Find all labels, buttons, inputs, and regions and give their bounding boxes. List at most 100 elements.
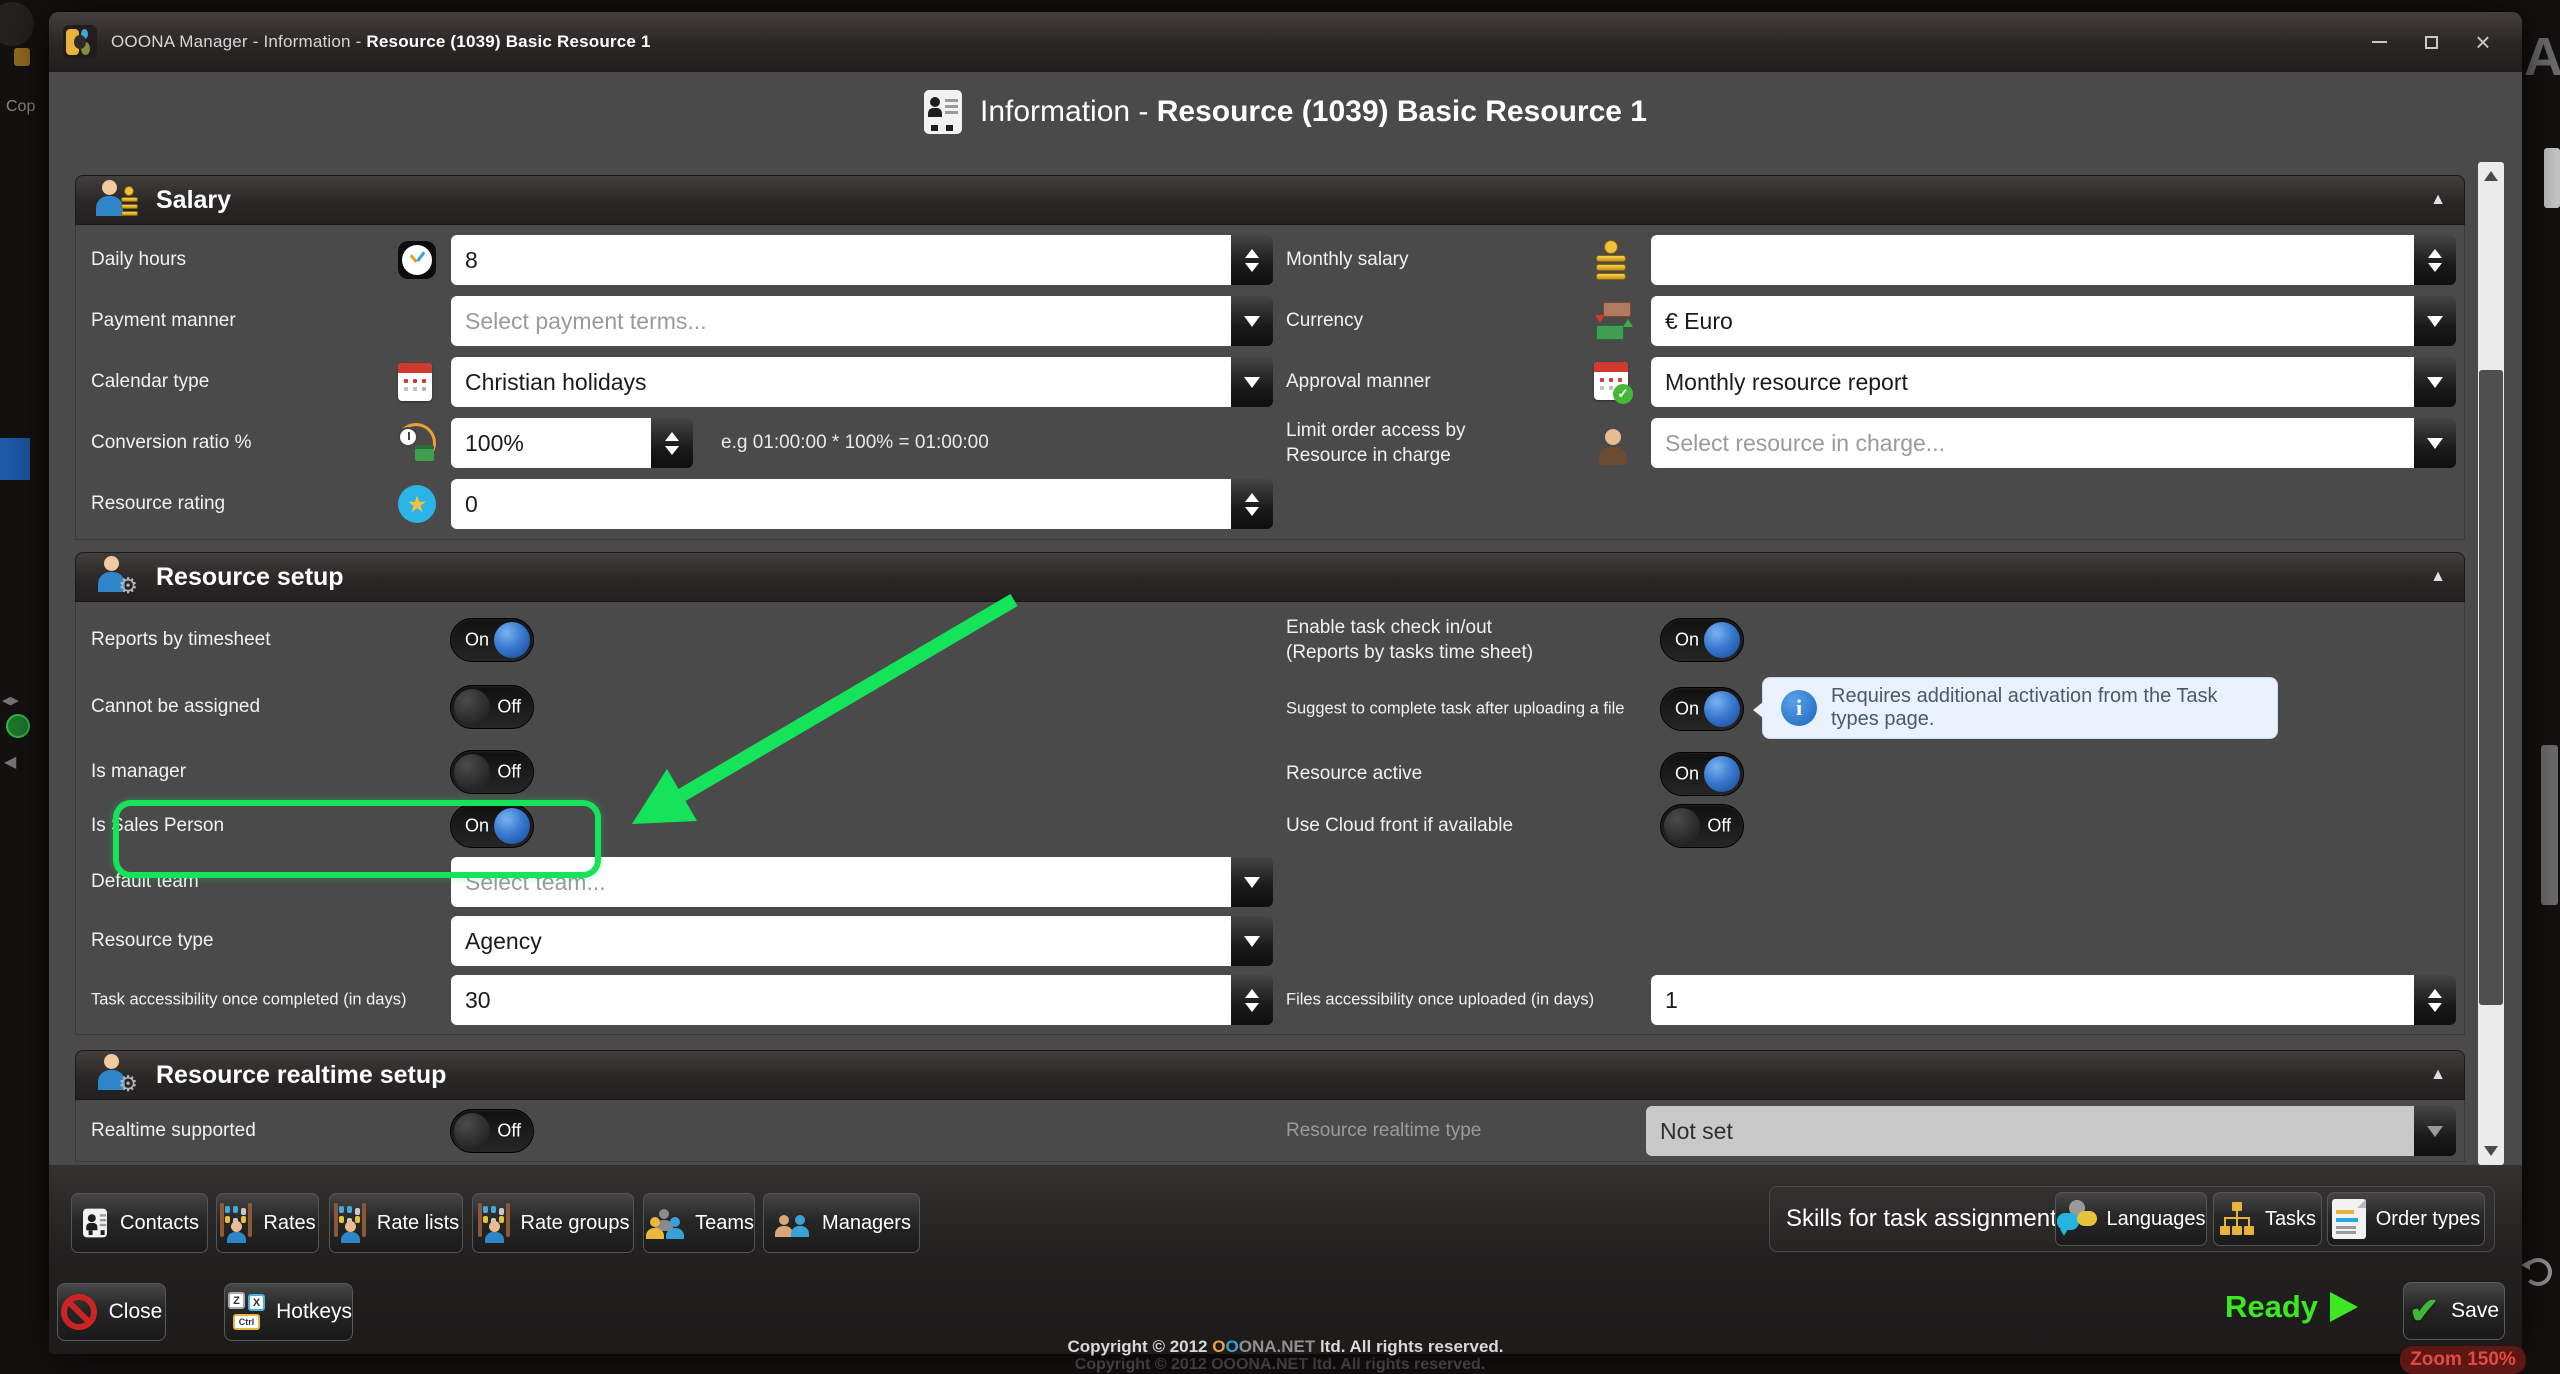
toggle-knob — [1704, 622, 1740, 658]
tasks-tree-icon — [2219, 1201, 2255, 1237]
limit-order-access-label: Limit order access byResource in charge — [1286, 418, 1466, 468]
realtime-type-label: Resource realtime type — [1286, 1120, 1481, 1142]
toggle-knob — [454, 1113, 490, 1149]
approval-manner-dropdown-arrow[interactable] — [2414, 357, 2456, 407]
window-titlebar[interactable]: OOONA Manager - Information - Resource (… — [49, 12, 2522, 72]
calendar-type-label: Calendar type — [91, 371, 209, 393]
background-letter: A — [2524, 26, 2560, 88]
order-types-icon — [2332, 1199, 2366, 1239]
tab-rates[interactable]: Rates — [216, 1193, 319, 1253]
managers-icon — [772, 1206, 812, 1240]
salary-section-header[interactable]: Salary ▲ — [75, 175, 2465, 225]
payment-manner-dropdown-arrow[interactable] — [1231, 296, 1273, 346]
files-accessibility-input[interactable]: 1 — [1651, 975, 2414, 1025]
hotkeys-button[interactable]: Z X Ctrl Hotkeys — [224, 1283, 353, 1341]
coins-icon — [1594, 240, 1630, 280]
close-window-button[interactable]: × — [2470, 29, 2496, 55]
section-resource-setup: ⚙ Resource setup ▲ Reports by timesheet … — [75, 552, 2465, 1035]
realtime-section-header[interactable]: ⚙ Resource realtime setup ▲ — [75, 1050, 2465, 1100]
scrollbar-thumb[interactable] — [2479, 370, 2503, 1005]
person-gear-icon: ⚙ — [94, 1053, 140, 1097]
skills-order-types-button[interactable]: Order types — [2327, 1192, 2485, 1246]
skills-label: Skills for task assignment: — [1786, 1205, 2063, 1233]
monthly-salary-input[interactable] — [1651, 235, 2414, 285]
refresh-icon[interactable] — [2524, 1258, 2552, 1286]
calendar-type-dropdown[interactable]: Christian holidays — [451, 357, 1231, 407]
toggle-knob — [1664, 808, 1700, 844]
resource-type-dropdown-arrow[interactable] — [1231, 916, 1273, 966]
files-accessibility-stepper[interactable] — [2414, 975, 2456, 1025]
background-panel-arrows: ◀▶ — [2, 694, 19, 707]
task-accessibility-label: Task accessibility once completed (in da… — [91, 991, 406, 1010]
conversion-icon — [396, 423, 436, 463]
scroll-down-icon[interactable] — [2484, 1146, 2498, 1156]
resource-in-charge-dropdown-arrow[interactable] — [2414, 418, 2456, 468]
minimize-button[interactable] — [2366, 29, 2392, 55]
close-button[interactable]: Close — [57, 1283, 166, 1341]
task-accessibility-input[interactable]: 30 — [451, 975, 1231, 1025]
realtime-section-title: Resource realtime setup — [156, 1061, 446, 1090]
approval-manner-dropdown[interactable]: Monthly resource report — [1651, 357, 2414, 407]
realtime-supported-toggle[interactable]: Off — [450, 1109, 534, 1153]
resource-rating-input[interactable]: 0 — [451, 479, 1231, 529]
daily-hours-input[interactable]: 8 — [451, 235, 1231, 285]
person-gear-icon: ⚙ — [94, 555, 140, 599]
collapse-arrow-icon[interactable]: ▲ — [2430, 568, 2446, 586]
currency-dropdown-arrow[interactable] — [2414, 296, 2456, 346]
maximize-button[interactable] — [2418, 29, 2444, 55]
is-manager-toggle[interactable]: Off — [450, 750, 534, 794]
suggest-info-tooltip: i Requires additional activation from th… — [1762, 677, 2278, 739]
section-salary: Salary ▲ Daily hours 8 Payment manner Se… — [75, 175, 2465, 540]
task-checkinout-toggle[interactable]: On — [1660, 618, 1744, 662]
dialog-title: Information - Resource (1039) Basic Reso… — [49, 90, 2522, 134]
is-manager-label: Is manager — [91, 761, 186, 783]
clock-icon — [398, 241, 436, 279]
scroll-up-icon[interactable] — [2484, 171, 2498, 181]
tab-managers[interactable]: Managers — [763, 1193, 920, 1253]
abacus-icon — [219, 1203, 253, 1243]
daily-hours-stepper[interactable] — [1231, 235, 1273, 285]
resource-type-dropdown[interactable]: Agency — [451, 916, 1231, 966]
tab-rate-lists[interactable]: Rate lists — [329, 1193, 463, 1253]
resource-rating-stepper[interactable] — [1231, 479, 1273, 529]
resource-setup-section-header[interactable]: ⚙ Resource setup ▲ — [75, 552, 2465, 602]
payment-manner-dropdown[interactable]: Select payment terms... — [451, 296, 1231, 346]
collapse-arrow-icon[interactable]: ▲ — [2430, 191, 2446, 209]
resource-active-toggle[interactable]: On — [1660, 752, 1744, 796]
save-button[interactable]: ✔ Save — [2403, 1282, 2505, 1340]
task-accessibility-stepper[interactable] — [1231, 975, 1273, 1025]
realtime-supported-label: Realtime supported — [91, 1120, 256, 1142]
calendar-type-dropdown-arrow[interactable] — [1231, 357, 1273, 407]
reports-by-timesheet-toggle[interactable]: On — [450, 618, 534, 662]
currency-exchange-icon — [1594, 301, 1634, 341]
default-team-dropdown-arrow[interactable] — [1231, 857, 1273, 907]
monthly-salary-stepper[interactable] — [2414, 235, 2456, 285]
toggle-knob — [454, 754, 490, 790]
skills-tasks-button[interactable]: Tasks — [2213, 1192, 2322, 1246]
conversion-ratio-input[interactable]: 100% — [451, 418, 651, 468]
tab-teams[interactable]: Teams — [643, 1193, 755, 1253]
background-copyright: Copyright © 2012 OOONA.NET ltd. All righ… — [0, 1356, 2560, 1374]
daily-hours-label: Daily hours — [91, 249, 186, 271]
abacus-icon — [477, 1203, 511, 1243]
conversion-ratio-stepper[interactable] — [651, 418, 693, 468]
window-title: OOONA Manager - Information - Resource (… — [111, 32, 651, 52]
approval-manner-label: Approval manner — [1286, 371, 1431, 393]
cloud-front-label: Use Cloud front if available — [1286, 815, 1513, 837]
tab-rate-groups[interactable]: Rate groups — [472, 1193, 634, 1253]
dialog-scrollbar[interactable] — [2478, 162, 2504, 1165]
tab-contacts[interactable]: Contacts — [71, 1193, 208, 1253]
resource-in-charge-dropdown[interactable]: Select resource in charge... — [1651, 418, 2414, 468]
calendar-icon — [398, 363, 432, 401]
collapse-arrow-icon[interactable]: ▲ — [2430, 1066, 2446, 1084]
toggle-knob — [454, 689, 490, 725]
abacus-icon — [333, 1203, 367, 1243]
cloud-front-toggle[interactable]: Off — [1660, 804, 1744, 848]
toggle-knob — [1704, 691, 1740, 727]
skills-languages-button[interactable]: Languages — [2055, 1192, 2207, 1246]
currency-dropdown[interactable]: € Euro — [1651, 296, 2414, 346]
payment-manner-label: Payment manner — [91, 310, 236, 332]
suggest-complete-toggle[interactable]: On — [1660, 687, 1744, 731]
contacts-icon — [83, 1209, 107, 1238]
cannot-be-assigned-toggle[interactable]: Off — [450, 685, 534, 729]
